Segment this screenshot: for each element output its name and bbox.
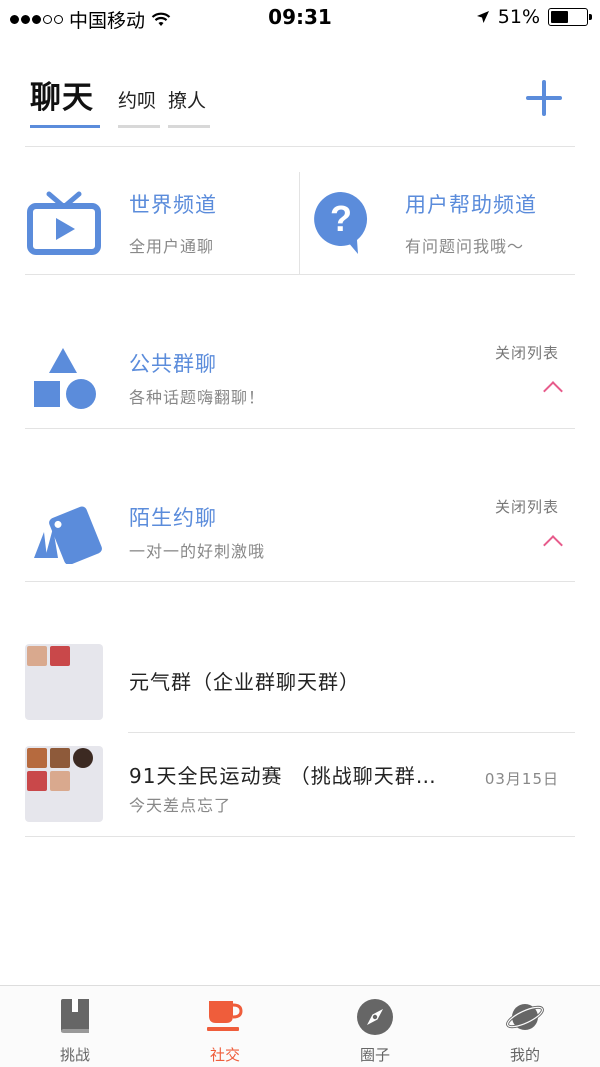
battery-icon [548, 8, 592, 26]
channel-help[interactable]: ? 用户帮助频道 有问题问我哦～ [312, 172, 537, 274]
tab-liaoren[interactable]: 撩人 [168, 86, 210, 128]
book-icon [61, 999, 89, 1033]
chat-name: 91天全民运动赛 （挑战聊天群… [129, 764, 437, 788]
tab-chat-label: 聊天 [30, 80, 94, 116]
tab-liaoren-label: 撩人 [168, 90, 207, 112]
list-item[interactable]: 91天全民运动赛 （挑战聊天群… 今天差点忘了 03月15日 [25, 746, 575, 846]
tabbar-challenge-label: 挑战 [59, 1046, 90, 1064]
divider [25, 836, 575, 837]
tabbar-circle-label: 圈子 [359, 1046, 390, 1064]
top-tabs: 聊天 约呗 撩人 [30, 72, 218, 128]
divider [25, 581, 575, 582]
close-list-button[interactable]: 关闭列表 [495, 342, 559, 363]
plus-icon[interactable] [526, 80, 562, 116]
tabbar-circle[interactable]: 圈子 [300, 986, 450, 1067]
tabbar-mine[interactable]: 我的 [450, 986, 600, 1067]
list-item[interactable]: 元气群（企业群聊天群） [25, 644, 575, 744]
channel-world-subtitle: 全用户通聊 [129, 237, 215, 256]
section-public-group[interactable]: 公共群聊 各种话题嗨翻聊！ 关闭列表 [25, 320, 575, 430]
bottom-tab-bar: 挑战 社交 圈子 我的 [0, 985, 600, 1067]
section-public-group-subtitle: 各种话题嗨翻聊！ [129, 388, 266, 407]
chevron-up-icon[interactable] [543, 535, 563, 555]
cards-icon [34, 506, 102, 564]
tabbar-mine-label: 我的 [509, 1046, 540, 1064]
divider [128, 732, 575, 733]
tab-chat[interactable]: 聊天 [30, 72, 100, 128]
cup-icon [207, 1001, 243, 1031]
group-avatar [25, 644, 103, 720]
chat-name: 元气群（企业群聊天群） [129, 670, 360, 694]
tabbar-challenge[interactable]: 挑战 [0, 986, 150, 1067]
tabbar-social[interactable]: 社交 [150, 986, 300, 1067]
divider [25, 146, 575, 147]
chat-last-message: 今天差点忘了 [129, 796, 232, 815]
channel-help-subtitle: 有问题问我哦～ [405, 237, 525, 256]
channel-world[interactable]: 世界频道 全用户通聊 [27, 172, 217, 274]
battery-percent: 51% [497, 6, 540, 28]
chat-date: 03月15日 [484, 770, 559, 788]
section-public-group-title: 公共群聊 [129, 352, 217, 376]
shapes-icon [34, 348, 96, 409]
compass-icon [357, 999, 393, 1035]
channel-divider [299, 172, 300, 274]
divider [25, 274, 575, 275]
help-bubble-icon: ? [314, 192, 368, 254]
svg-text:?: ? [330, 198, 352, 239]
planet-icon [506, 1004, 544, 1030]
chevron-up-icon[interactable] [543, 381, 563, 401]
section-stranger-chat[interactable]: 陌生约聊 一对一的好刺激哦 关闭列表 [25, 474, 575, 584]
section-stranger-chat-subtitle: 一对一的好刺激哦 [129, 542, 266, 561]
channel-world-title: 世界频道 [129, 193, 217, 217]
tabbar-social-label: 社交 [209, 1046, 240, 1064]
close-list-button[interactable]: 关闭列表 [495, 496, 559, 517]
channel-help-title: 用户帮助频道 [405, 193, 537, 217]
tab-yuebei[interactable]: 约呗 [118, 86, 160, 128]
group-avatar [25, 746, 103, 822]
tv-icon [27, 191, 101, 255]
tab-yuebei-label: 约呗 [118, 90, 157, 112]
divider [25, 428, 575, 429]
section-stranger-chat-title: 陌生约聊 [129, 506, 217, 530]
status-bar: 中国移动 09:31 51% [0, 0, 600, 36]
location-arrow-icon [476, 11, 489, 23]
